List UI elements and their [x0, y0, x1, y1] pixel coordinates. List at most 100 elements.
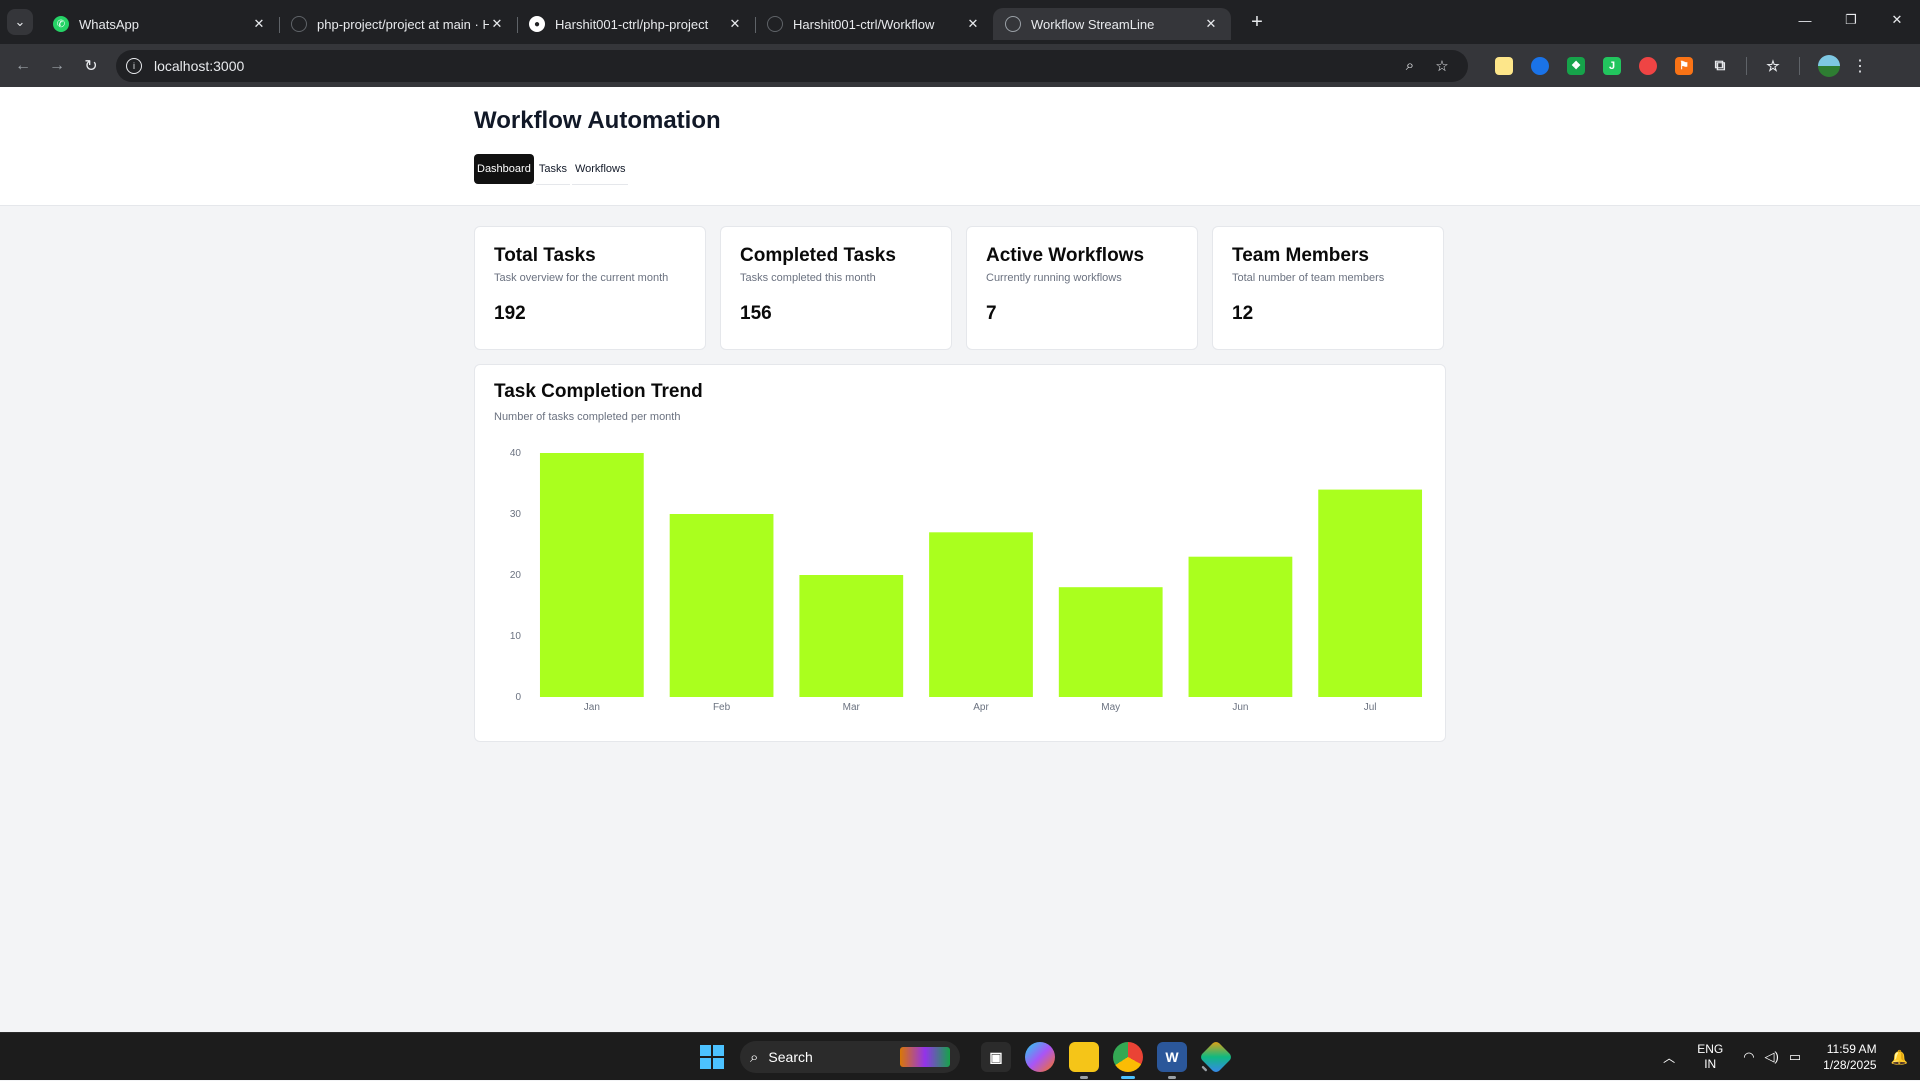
tab-title: Workflow StreamLine: [1031, 16, 1155, 32]
card-team-members: Team Members Total number of team member…: [1212, 226, 1444, 350]
browser-tab-strip: ⌄ ✆ WhatsApp ✕ php-project/project at ma…: [0, 0, 1920, 44]
y-tick-label: 40: [510, 448, 522, 459]
wifi-icon[interactable]: ◠: [1743, 1049, 1754, 1065]
notes-extension-icon[interactable]: [1495, 56, 1513, 75]
bar-apr[interactable]: [929, 532, 1033, 697]
plus-icon: +: [1251, 10, 1263, 33]
word-icon[interactable]: W: [1157, 1042, 1187, 1079]
card-active-workflows: Active Workflows Currently running workf…: [966, 226, 1198, 350]
region-code: IN: [1704, 1057, 1717, 1071]
windows-start-icon[interactable]: [700, 1045, 724, 1069]
puzzle-green-extension-icon[interactable]: ❖: [1567, 56, 1585, 75]
github-icon: [291, 16, 307, 32]
bookmarks-icon[interactable]: ☆: [1764, 57, 1782, 75]
browser-tab-php-project-main[interactable]: php-project/project at main · H ✕: [279, 8, 517, 40]
y-tick-label: 10: [510, 631, 522, 642]
browser-toolbar: ← → ↻ i localhost:3000 ⌕ ☆ ❖ J ⚑ ⧉ ☆ ⋮: [0, 44, 1920, 87]
tab-search-button[interactable]: ⌄: [7, 9, 33, 35]
tab-title: php-project/project at main · H: [317, 16, 489, 32]
pocket-extension-icon[interactable]: [1639, 56, 1657, 75]
card-value: 156: [740, 303, 772, 324]
card-description: Tasks completed this month: [740, 272, 876, 284]
browser-tab-workflow-streamline[interactable]: Workflow StreamLine ✕: [993, 8, 1231, 40]
bar-jun[interactable]: [1188, 556, 1293, 697]
card-description: Total number of team members: [1232, 272, 1385, 284]
restore-icon[interactable]: ❐: [1828, 0, 1874, 40]
toolbar-divider: [1746, 56, 1747, 75]
battery-icon[interactable]: ▭: [1789, 1049, 1801, 1065]
toolbar-divider: [1799, 56, 1800, 75]
back-button[interactable]: ←: [6, 49, 40, 83]
profile-avatar[interactable]: [1818, 54, 1840, 77]
search-icon: ⌕: [750, 1048, 759, 1066]
minimize-icon[interactable]: —: [1782, 0, 1828, 40]
tab-title: WhatsApp: [79, 16, 139, 32]
close-icon[interactable]: ✕: [1203, 16, 1219, 32]
search-highlight-image: [900, 1047, 950, 1067]
tab-dashboard[interactable]: Dashboard: [474, 154, 534, 184]
browser-tab-whatsapp[interactable]: ✆ WhatsApp ✕: [41, 8, 279, 40]
volume-icon[interactable]: ◁): [1765, 1049, 1779, 1065]
edge-extension-icon[interactable]: [1531, 56, 1549, 75]
close-icon[interactable]: ✕: [489, 16, 505, 32]
extensions-puzzle-icon[interactable]: ⧉: [1711, 57, 1729, 75]
language-code: ENG: [1697, 1042, 1724, 1056]
url-text: localhost:3000: [154, 57, 245, 74]
app-header: Workflow Automation Dashboard Tasks Work…: [0, 87, 1920, 206]
language-indicator[interactable]: ENG IN: [1697, 1042, 1723, 1072]
arrow-left-icon: ←: [15, 56, 31, 74]
card-title: Active Workflows: [986, 245, 1145, 266]
new-tab-button[interactable]: +: [1243, 11, 1271, 34]
stat-cards: Total Tasks Task overview for the curren…: [474, 226, 1444, 350]
reload-button[interactable]: ↻: [74, 49, 108, 83]
x-tick-label: May: [1101, 702, 1120, 713]
system-tray: ︿ ENG IN ◠ ◁) ▭ 11:59 AM 1/28/2025 🔔: [1663, 1033, 1920, 1081]
task-completion-chart-card: Task Completion Trend Number of tasks co…: [474, 364, 1446, 742]
bookmark-star-icon[interactable]: ☆: [1426, 57, 1458, 75]
more-menu-icon[interactable]: ⋮: [1850, 56, 1870, 76]
globe-icon: [1005, 16, 1021, 32]
tab-title: Harshit001-ctrl/Workflow: [793, 16, 935, 32]
chrome-icon[interactable]: [1113, 1042, 1143, 1079]
browser-tab-workflow[interactable]: Harshit001-ctrl/Workflow ✕: [755, 8, 993, 40]
close-window-icon[interactable]: ✕: [1874, 0, 1920, 40]
bar-may[interactable]: [1058, 587, 1163, 697]
copilot-icon[interactable]: [1025, 1042, 1055, 1072]
taskbar-search[interactable]: ⌕ Search: [740, 1041, 960, 1073]
bar-jul[interactable]: [1318, 489, 1423, 697]
close-icon[interactable]: ✕: [727, 16, 743, 32]
browser-tab-php-project[interactable]: ● Harshit001-ctrl/php-project ✕: [517, 8, 755, 40]
forward-button[interactable]: →: [40, 49, 74, 83]
card-completed-tasks: Completed Tasks Tasks completed this mon…: [720, 226, 952, 350]
zoom-icon[interactable]: ⌕: [1394, 57, 1426, 74]
site-info-icon[interactable]: i: [126, 57, 142, 74]
windows-taskbar: ⌕ Search ▣ W ︿ ENG IN ◠ ◁) ▭ 11:59 AM 1/…: [0, 1032, 1920, 1080]
clock[interactable]: 11:59 AM 1/28/2025: [1823, 1041, 1876, 1073]
git-icon[interactable]: [1199, 1040, 1233, 1074]
notification-bell-icon[interactable]: 🔔: [1891, 1049, 1908, 1066]
tab-tasks[interactable]: Tasks: [535, 154, 570, 185]
flag-extension-icon[interactable]: ⚑: [1675, 56, 1693, 75]
bar-mar[interactable]: [799, 575, 904, 697]
tab-workflows[interactable]: Workflows: [571, 154, 629, 185]
close-icon[interactable]: ✕: [251, 16, 267, 32]
chevron-down-icon: ⌄: [14, 14, 26, 29]
bar-chart: 0 10 20 30 40 Jan Feb Mar Apr May Jun Jul: [510, 448, 1423, 713]
file-explorer-icon[interactable]: [1069, 1042, 1099, 1079]
taskbar-apps: ⌕ Search ▣ W: [700, 1033, 1238, 1081]
extensions-row: ❖ J ⚑ ⧉ ☆ ⋮: [1486, 54, 1870, 77]
close-icon[interactable]: ✕: [965, 16, 981, 32]
chevron-up-icon[interactable]: ︿: [1663, 1049, 1675, 1066]
bar-feb[interactable]: [669, 514, 774, 697]
address-bar[interactable]: i localhost:3000 ⌕ ☆: [116, 49, 1468, 82]
x-tick-label: Mar: [843, 702, 861, 713]
terminal-icon[interactable]: ▣: [981, 1042, 1011, 1072]
card-title: Total Tasks: [494, 245, 596, 266]
arrow-right-icon: →: [49, 56, 65, 74]
whatsapp-icon: ✆: [53, 16, 69, 32]
clock-date: 1/28/2025: [1823, 1058, 1877, 1072]
x-tick-label: Apr: [973, 702, 989, 713]
y-tick-label: 20: [510, 570, 522, 581]
j-extension-icon[interactable]: J: [1603, 56, 1621, 75]
bar-jan[interactable]: [539, 453, 644, 697]
